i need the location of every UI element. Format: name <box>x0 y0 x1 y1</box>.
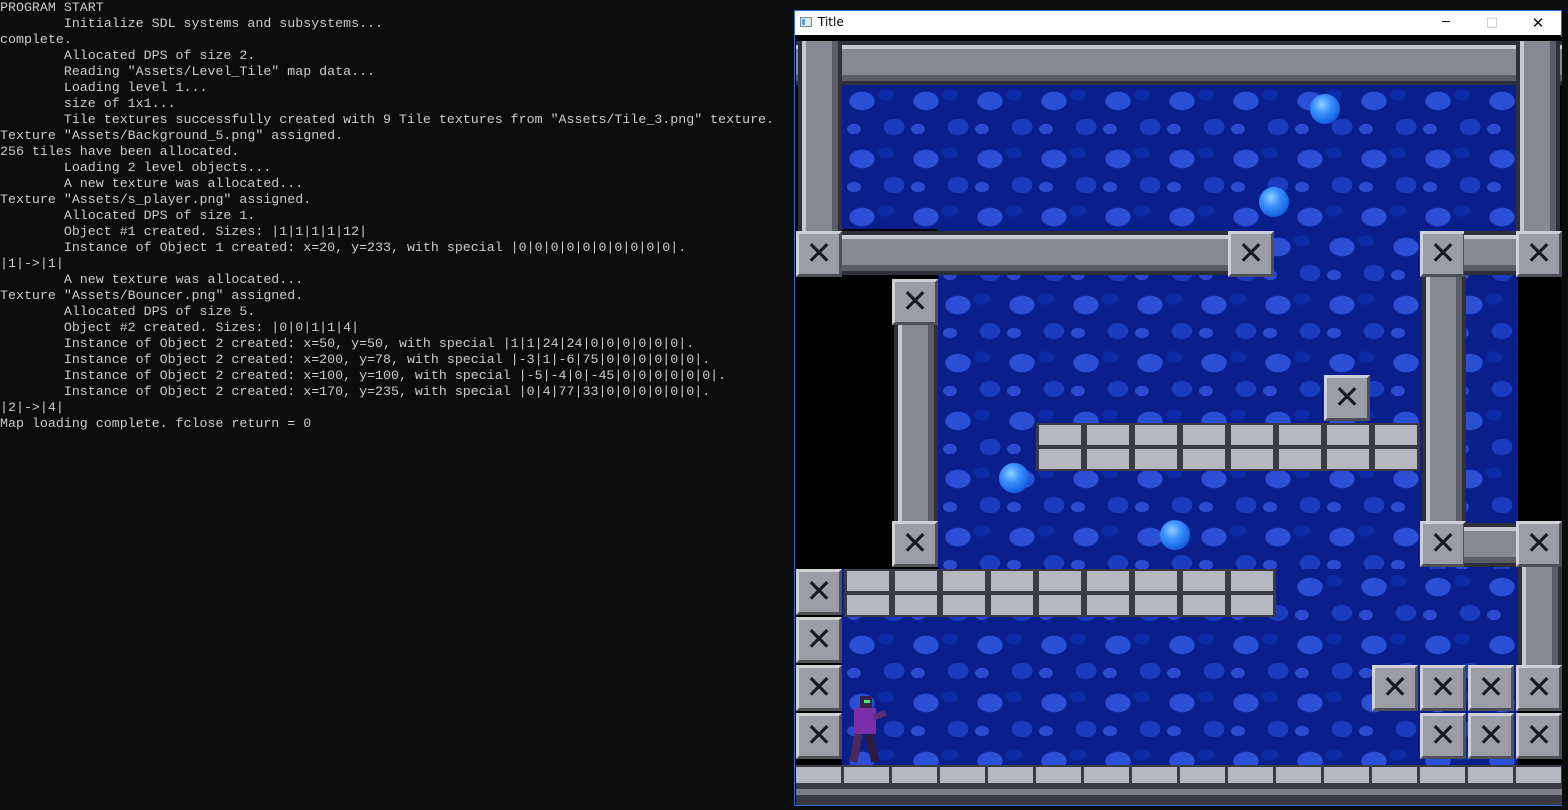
console-line: Map loading complete. fclose return = 0 <box>0 416 312 431</box>
x-block: ✕ <box>796 665 842 711</box>
console-line: Reading "Assets/Level_Tile" map data... <box>0 64 376 79</box>
pipe-right-lower <box>1518 567 1562 667</box>
console-line: Allocated DPS of size 1. <box>0 208 256 223</box>
console-line: Instance of Object 2 created: x=170, y=2… <box>0 384 711 399</box>
console-line: PROGRAM START <box>0 0 104 15</box>
x-block: ✕ <box>892 279 938 325</box>
background-rock <box>842 83 1518 229</box>
console-line: A new texture was allocated... <box>0 272 304 287</box>
window-title: Title <box>818 15 844 29</box>
console-line: Instance of Object 2 created: x=50, y=50… <box>0 336 695 351</box>
x-block: ✕ <box>1516 231 1562 277</box>
console-line: complete. <box>0 32 72 47</box>
x-block: ✕ <box>796 713 842 759</box>
bouncer-ball <box>1160 520 1190 550</box>
x-block: ✕ <box>1324 375 1370 421</box>
console-line: |2|->|4| <box>0 400 64 415</box>
bouncer-ball <box>999 463 1029 493</box>
console-line: Instance of Object 2 created: x=100, y=1… <box>0 368 727 383</box>
maximize-button[interactable]: □ <box>1469 11 1515 35</box>
player-leg <box>849 733 863 763</box>
pipe-right-upper <box>1516 41 1560 231</box>
bouncer-ball <box>1310 94 1340 124</box>
console-line: Texture "Assets/Background_5.png" assign… <box>0 128 344 143</box>
console-line: Instance of Object 2 created: x=200, y=7… <box>0 352 711 367</box>
console-line: Allocated DPS of size 2. <box>0 48 256 63</box>
brick-platform <box>844 569 1276 593</box>
x-block: ✕ <box>1516 521 1562 567</box>
window-app-icon <box>800 17 812 27</box>
title-bar[interactable]: Title ─ □ ✕ <box>795 11 1561 35</box>
console-line: Loading level 1... <box>0 80 208 95</box>
pipe-left-vertical <box>894 325 938 521</box>
player-body <box>854 708 876 734</box>
x-block: ✕ <box>796 617 842 663</box>
pipe-ledge-upper <box>842 231 1228 275</box>
console-line: Object #1 created. Sizes: |1|1|1|1|12| <box>0 224 368 239</box>
brick-platform <box>1036 447 1420 471</box>
console-line: A new texture was allocated... <box>0 176 304 191</box>
x-block: ✕ <box>1468 713 1514 759</box>
x-block: ✕ <box>1228 231 1274 277</box>
x-block: ✕ <box>1516 665 1562 711</box>
console-line: Loading 2 level objects... <box>0 160 272 175</box>
x-block: ✕ <box>1372 665 1418 711</box>
x-block: ✕ <box>1420 665 1466 711</box>
brick-platform <box>1036 423 1420 447</box>
x-block: ✕ <box>1420 231 1466 277</box>
x-block: ✕ <box>892 521 938 567</box>
x-block: ✕ <box>1468 665 1514 711</box>
pipe-right-vertical <box>1422 277 1466 521</box>
bouncer-ball <box>1259 187 1289 217</box>
pipe-right-bottom <box>1464 523 1516 567</box>
console-line: size of 1x1... <box>0 96 176 111</box>
pipe-left-upper <box>798 41 842 231</box>
console-line: |1|->|1| <box>0 256 64 271</box>
pipe-top <box>796 41 1562 85</box>
minimize-button[interactable]: ─ <box>1423 11 1469 35</box>
x-block: ✕ <box>1420 713 1466 759</box>
console-line: Texture "Assets/Bouncer.png" assigned. <box>0 288 304 303</box>
player-sprite <box>846 696 887 763</box>
console-line: 256 tiles have been allocated. <box>0 144 240 159</box>
console-line: Tile textures successfully created with … <box>0 112 775 127</box>
console-line: Texture "Assets/s_player.png" assigned. <box>0 192 312 207</box>
x-block: ✕ <box>1516 713 1562 759</box>
x-block: ✕ <box>796 231 842 277</box>
console-line: Initialize SDL systems and subsystems... <box>0 16 384 31</box>
close-button[interactable]: ✕ <box>1515 11 1561 35</box>
console-line: Object #2 created. Sizes: |0|0|1|1|4| <box>0 320 360 335</box>
floor-bricks <box>796 765 1562 805</box>
player-leg <box>864 733 880 763</box>
brick-platform <box>844 593 1276 617</box>
x-block: ✕ <box>796 569 842 615</box>
console-line: Instance of Object 1 created: x=20, y=23… <box>0 240 687 255</box>
console-output: PROGRAM START Initialize SDL systems and… <box>0 0 790 810</box>
console-line: Allocated DPS of size 5. <box>0 304 256 319</box>
game-window[interactable]: Title ─ □ ✕ ✕ ✕ ✕ ✕ ✕ ✕ ✕ ✕ ✕ ✕ ✕ ✕ ✕ ✕ … <box>794 10 1562 806</box>
x-block: ✕ <box>1420 521 1466 567</box>
player-visor <box>864 700 870 703</box>
game-viewport[interactable]: ✕ ✕ ✕ ✕ ✕ ✕ ✕ ✕ ✕ ✕ ✕ ✕ ✕ ✕ ✕ ✕ ✕ ✕ ✕ ✕ <box>796 37 1562 805</box>
pipe-right-top <box>1464 231 1516 275</box>
